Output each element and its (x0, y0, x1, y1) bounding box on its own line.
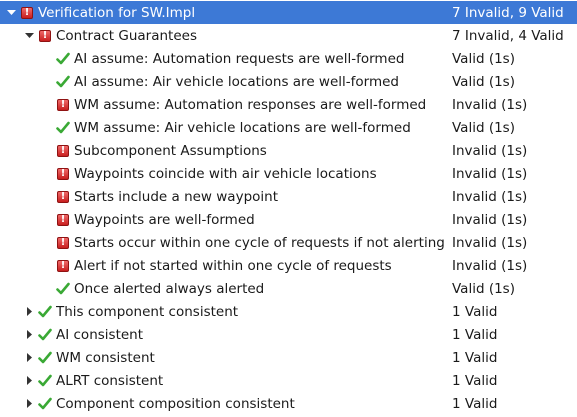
expand-toggle-expanded-icon[interactable] (6, 8, 16, 18)
tree-row[interactable]: ! Waypoints coincide with air vehicle loc… (0, 162, 577, 185)
error-icon: ! (56, 144, 70, 158)
tree-row[interactable]: Once alerted always alerted Valid (1s) (0, 277, 577, 300)
check-icon (56, 52, 70, 66)
check-icon (38, 328, 52, 342)
row-status: 1 Valid (452, 303, 498, 320)
row-status: Valid (1s) (452, 119, 515, 136)
expand-toggle-expanded-icon[interactable] (24, 31, 34, 41)
row-status: 1 Valid (452, 326, 498, 343)
row-label: WM consistent (56, 349, 155, 366)
row-label: Once alerted always alerted (74, 280, 265, 297)
row-label: Waypoints coincide with air vehicle loca… (74, 165, 377, 182)
error-icon: ! (56, 236, 70, 250)
tree-row[interactable]: This component consistent 1 Valid (0, 300, 577, 323)
error-icon: ! (20, 6, 34, 20)
row-status: Invalid (1s) (452, 211, 528, 228)
tree-row[interactable]: AI assume: Automation requests are well-… (0, 47, 577, 70)
tree-row[interactable]: ! Waypoints are well-formed Invalid (1s) (0, 208, 577, 231)
row-label: Verification for SW.Impl (38, 4, 196, 21)
row-label: ALRT consistent (56, 372, 164, 389)
tree-row[interactable]: ! Starts occur within one cycle of reques… (0, 231, 577, 254)
tree-row[interactable]: WM assume: Air vehicle locations are wel… (0, 116, 577, 139)
error-icon: ! (38, 29, 52, 43)
row-status: Invalid (1s) (452, 165, 528, 182)
expand-toggle-collapsed-icon[interactable] (24, 330, 34, 340)
row-status: Valid (1s) (452, 50, 515, 67)
row-status: Invalid (1s) (452, 96, 528, 113)
row-status: Invalid (1s) (452, 142, 528, 159)
row-label: Contract Guarantees (56, 27, 197, 44)
error-icon: ! (56, 167, 70, 181)
row-status: Valid (1s) (452, 280, 515, 297)
check-icon (56, 75, 70, 89)
tree-row[interactable]: ! Contract Guarantees 7 Invalid, 4 Valid (0, 24, 577, 47)
row-status: Invalid (1s) (452, 257, 528, 274)
row-label: AI consistent (56, 326, 144, 343)
check-icon (56, 282, 70, 296)
tree-row[interactable]: ! Starts include a new waypoint Invalid (1… (0, 185, 577, 208)
expand-toggle-collapsed-icon[interactable] (24, 307, 34, 317)
row-label: Subcomponent Assumptions (74, 142, 267, 159)
expand-toggle-collapsed-icon[interactable] (24, 376, 34, 386)
tree-row[interactable]: ! Alert if not started within one cycle o… (0, 254, 577, 277)
row-status: 7 Invalid, 9 Valid (452, 4, 564, 21)
row-status: 7 Invalid, 4 Valid (452, 27, 564, 44)
row-label: WM assume: Air vehicle locations are wel… (74, 119, 411, 136)
row-status: Valid (1s) (452, 73, 515, 90)
row-label: Alert if not started within one cycle of… (74, 257, 392, 274)
error-icon: ! (56, 213, 70, 227)
row-label: Starts include a new waypoint (74, 188, 278, 205)
error-icon: ! (56, 190, 70, 204)
row-label: Waypoints are well-formed (74, 211, 255, 228)
check-icon (38, 351, 52, 365)
check-icon (38, 397, 52, 411)
row-label: This component consistent (56, 303, 239, 320)
tree-row[interactable]: AI assume: Air vehicle locations are wel… (0, 70, 577, 93)
error-icon: ! (56, 98, 70, 112)
tree-row[interactable]: WM consistent 1 Valid (0, 346, 577, 369)
row-label: WM assume: Automation responses are well… (74, 96, 427, 113)
row-status: 1 Valid (452, 395, 498, 412)
tree-row[interactable]: ! Verification for SW.Impl 7 Invalid, 9 Va… (0, 1, 577, 24)
tree-row[interactable]: ! Subcomponent Assumptions Invalid (1s) (0, 139, 577, 162)
tree-row[interactable]: ALRT consistent 1 Valid (0, 369, 577, 392)
tree-row[interactable]: AI consistent 1 Valid (0, 323, 577, 346)
tree-row[interactable]: Component composition consistent 1 Valid (0, 392, 577, 415)
row-status: 1 Valid (452, 349, 498, 366)
row-status: Invalid (1s) (452, 188, 528, 205)
expand-toggle-collapsed-icon[interactable] (24, 399, 34, 409)
row-label: AI assume: Air vehicle locations are wel… (74, 73, 399, 90)
row-label: Component composition consistent (56, 395, 295, 412)
verification-results-tree: ! Verification for SW.Impl 7 Invalid, 9 Va… (0, 0, 577, 417)
check-icon (38, 374, 52, 388)
row-label: Starts occur within one cycle of request… (74, 234, 445, 251)
tree-row[interactable]: ! WM assume: Automation responses are wel… (0, 93, 577, 116)
expand-toggle-collapsed-icon[interactable] (24, 353, 34, 363)
check-icon (38, 305, 52, 319)
error-icon: ! (56, 259, 70, 273)
row-status: 1 Valid (452, 372, 498, 389)
row-label: AI assume: Automation requests are well-… (74, 50, 405, 67)
check-icon (56, 121, 70, 135)
row-status: Invalid (1s) (452, 234, 528, 251)
